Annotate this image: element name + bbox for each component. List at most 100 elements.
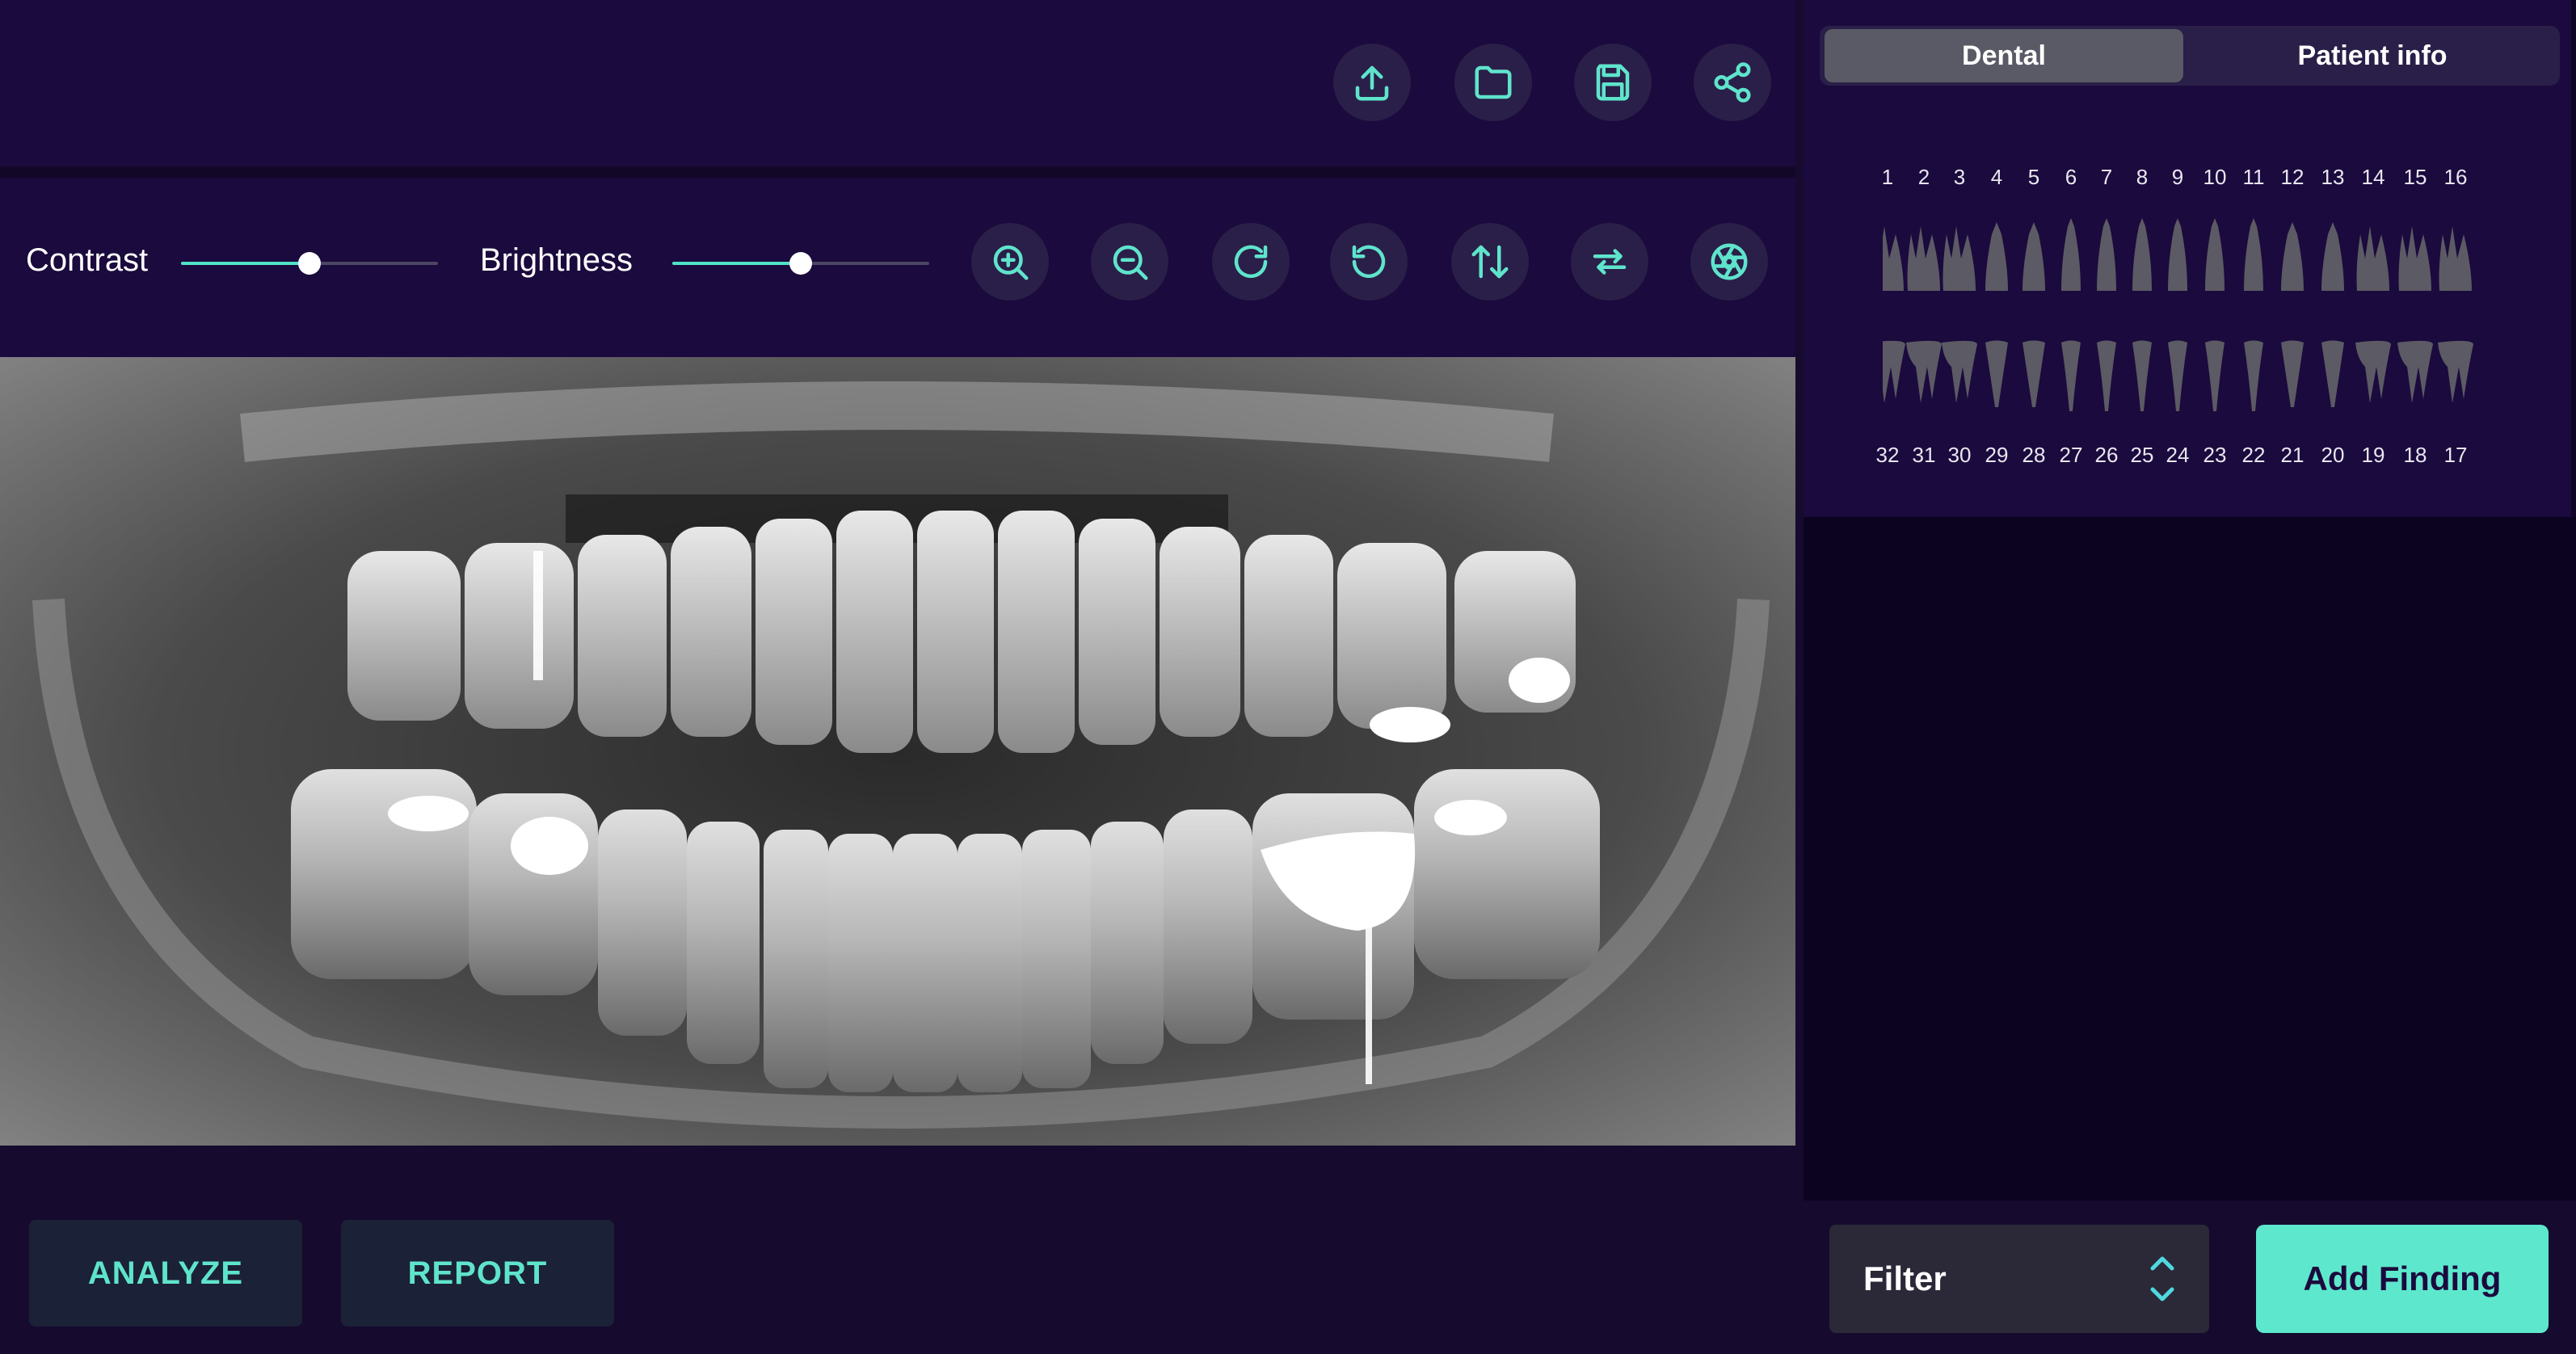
app-root: Contrast Brightness ANALYZE REPORT Denta… xyxy=(0,0,2576,1354)
filter-select[interactable]: Filter xyxy=(1829,1225,2209,1333)
tooth-shape[interactable] xyxy=(1883,226,1904,291)
tooth-shape[interactable] xyxy=(2281,222,2304,291)
tooth-number[interactable]: 9 xyxy=(2159,165,2196,190)
rotate-left-icon xyxy=(1352,245,1386,279)
tooth-shape[interactable] xyxy=(2132,340,2152,412)
contrast-slider[interactable] xyxy=(181,252,438,275)
contrast-slider-thumb[interactable] xyxy=(298,252,321,275)
rotate-right-icon xyxy=(1234,245,1268,279)
tooth-shape[interactable] xyxy=(2205,218,2225,291)
tooth-number[interactable]: 30 xyxy=(1941,443,1978,468)
tooth-number[interactable]: 8 xyxy=(2124,165,2161,190)
upload-button[interactable] xyxy=(1333,44,1411,121)
tooth-number[interactable]: 25 xyxy=(2124,443,2161,468)
tooth-number[interactable]: 31 xyxy=(1905,443,1943,468)
tooth-shape[interactable] xyxy=(1907,226,1941,291)
zoom-in-button[interactable] xyxy=(971,223,1049,301)
tooth-number[interactable]: 20 xyxy=(2314,443,2351,468)
tooth-number[interactable]: 22 xyxy=(2235,443,2272,468)
tooth-number[interactable]: 15 xyxy=(2397,165,2434,190)
save-icon xyxy=(1596,64,1630,101)
panoramic-xray-image xyxy=(0,357,1795,1146)
tooth-shape[interactable] xyxy=(2397,340,2433,403)
rotate-right-button[interactable] xyxy=(1212,223,1290,301)
filter-label: Filter xyxy=(1863,1259,1947,1297)
tooth-number[interactable]: 23 xyxy=(2196,443,2233,468)
tooth-shape[interactable] xyxy=(2132,218,2152,291)
share-button[interactable] xyxy=(1694,44,1771,121)
aperture-button[interactable] xyxy=(1690,223,1768,301)
tooth-number[interactable]: 24 xyxy=(2159,443,2196,468)
tooth-shape[interactable] xyxy=(2439,226,2473,291)
rotate-left-button[interactable] xyxy=(1330,223,1408,301)
tooth-number[interactable]: 7 xyxy=(2088,165,2125,190)
tooth-shape[interactable] xyxy=(2398,226,2432,291)
tooth-number[interactable]: 26 xyxy=(2088,443,2125,468)
tooth-number[interactable]: 5 xyxy=(2015,165,2052,190)
tooth-number[interactable]: 12 xyxy=(2274,165,2311,190)
tooth-shape[interactable] xyxy=(1906,340,1942,403)
tooth-number[interactable]: 29 xyxy=(1978,443,2015,468)
tooth-shape[interactable] xyxy=(2321,340,2344,408)
tooth-number[interactable]: 1 xyxy=(1869,165,1906,190)
aperture-icon xyxy=(1711,243,1748,280)
tooth-number[interactable]: 18 xyxy=(2397,443,2434,468)
tooth-shape[interactable] xyxy=(2097,218,2116,291)
tooth-number[interactable]: 16 xyxy=(2437,165,2474,190)
tooth-number[interactable]: 13 xyxy=(2314,165,2351,190)
tooth-number[interactable]: 10 xyxy=(2196,165,2233,190)
tooth-shape[interactable] xyxy=(2321,222,2344,291)
tooth-number[interactable]: 6 xyxy=(2052,165,2090,190)
tooth-number[interactable]: 17 xyxy=(2437,443,2474,468)
tooth-shape[interactable] xyxy=(2022,340,2045,408)
chevron-updown-icon xyxy=(2150,1256,2174,1301)
tooth-shape[interactable] xyxy=(2205,340,2225,412)
file-toolbar xyxy=(0,0,1795,166)
tooth-shape[interactable] xyxy=(2244,340,2263,412)
zoom-out-icon xyxy=(1113,245,1148,280)
tooth-shape[interactable] xyxy=(2061,340,2081,412)
flip-horizontal-button[interactable] xyxy=(1571,223,1648,301)
brightness-label: Brightness xyxy=(480,242,633,278)
report-button[interactable]: REPORT xyxy=(341,1220,614,1327)
brightness-slider-thumb[interactable] xyxy=(789,252,812,275)
tooth-number[interactable]: 19 xyxy=(2355,443,2392,468)
tooth-shape[interactable] xyxy=(1883,340,1905,403)
tab-patient-info[interactable]: Patient info xyxy=(2190,29,2555,82)
open-folder-button[interactable] xyxy=(1454,44,1532,121)
tooth-shape[interactable] xyxy=(2355,340,2391,403)
save-button[interactable] xyxy=(1574,44,1652,121)
xray-viewer[interactable] xyxy=(0,357,1795,1146)
analyze-button[interactable]: ANALYZE xyxy=(29,1220,302,1327)
tooth-number[interactable]: 28 xyxy=(2015,443,2052,468)
tooth-shape[interactable] xyxy=(1943,226,1976,291)
tooth-shape[interactable] xyxy=(2281,340,2304,408)
findings-list xyxy=(1804,517,2576,1201)
add-finding-button[interactable]: Add Finding xyxy=(2256,1225,2549,1333)
flip-vertical-button[interactable] xyxy=(1451,223,1529,301)
zoom-out-button[interactable] xyxy=(1091,223,1168,301)
tooth-shape[interactable] xyxy=(2244,218,2263,291)
tooth-shape[interactable] xyxy=(2356,226,2390,291)
tooth-number[interactable]: 2 xyxy=(1905,165,1943,190)
tooth-number[interactable]: 32 xyxy=(1869,443,1906,468)
tooth-shape[interactable] xyxy=(2168,340,2187,412)
tooth-number[interactable]: 11 xyxy=(2235,165,2272,190)
brightness-slider[interactable] xyxy=(672,252,929,275)
folder-icon xyxy=(1475,65,1512,99)
tooth-number[interactable]: 14 xyxy=(2355,165,2392,190)
tooth-number[interactable]: 4 xyxy=(1978,165,2015,190)
tooth-number[interactable]: 21 xyxy=(2274,443,2311,468)
tab-dental[interactable]: Dental xyxy=(1825,29,2183,82)
tooth-shape[interactable] xyxy=(1942,340,1977,403)
tooth-shape[interactable] xyxy=(2022,222,2045,291)
tooth-shape[interactable] xyxy=(1985,222,2008,291)
brightness-slider-fill xyxy=(672,262,801,265)
tooth-number[interactable]: 3 xyxy=(1941,165,1978,190)
tooth-number[interactable]: 27 xyxy=(2052,443,2090,468)
tooth-shape[interactable] xyxy=(2438,340,2473,403)
tooth-shape[interactable] xyxy=(2097,340,2116,412)
tooth-shape[interactable] xyxy=(2061,218,2081,291)
tooth-shape[interactable] xyxy=(2168,218,2187,291)
tooth-shape[interactable] xyxy=(1985,340,2008,408)
